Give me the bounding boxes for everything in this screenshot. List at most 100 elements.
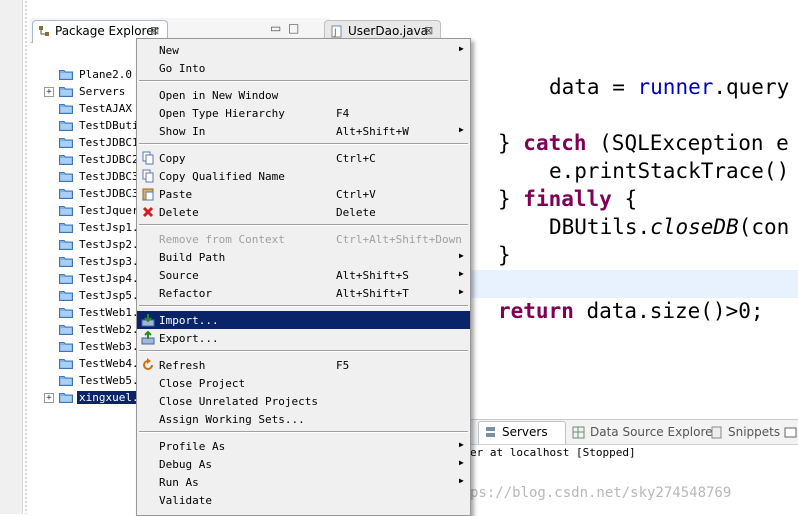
svg-text:J: J [333,28,337,38]
menu-item-refactor[interactable]: Refactor Alt+Shift+T ▶ [137,284,470,302]
server-entry[interactable]: er at localhost [Stopped] [470,446,636,459]
menu-item-label: Export... [159,332,219,345]
menu-item-run-as[interactable]: Run As ▶ [137,473,470,491]
menu-item-shortcut: F4 [336,107,350,120]
code-line: DBUtils.closeDB(con [549,215,789,239]
expand-icon[interactable]: + [44,393,54,403]
data-source-icon [572,426,585,439]
menu-item-remove-from-context: Remove from Context Ctrl+Alt+Shift+Down [137,230,470,248]
submenu-arrow-icon: ▶ [459,287,464,296]
menu-item-label: Refactor [159,287,212,300]
menu-separator [139,143,468,145]
menu-item-import[interactable]: Import... [137,311,470,329]
menu-separator [139,350,468,352]
menu-item-open-in-new-window[interactable]: Open in New Window [137,86,470,104]
menu-item-label: Paste [159,188,193,201]
menu-item-refresh[interactable]: Refresh F5 [137,356,470,374]
tree-item-label: TestWeb3. [79,340,139,353]
code-token: DBUtils. [549,215,651,239]
menu-item-go-into[interactable]: Go Into [137,59,470,77]
close-icon[interactable]: ⊠ [150,24,159,37]
menu-item-export[interactable]: Export... [137,329,470,347]
folder-icon [59,104,73,114]
menu-item-source[interactable]: Source Alt+Shift+S ▶ [137,266,470,284]
menu-item-validate[interactable]: Validate [137,491,470,509]
code-token: data = [549,75,638,99]
code-line: } catch (SQLException e [498,131,789,155]
tree-item-label: Servers [79,85,126,98]
package-explorer-icon [39,26,49,36]
context-menu: New ▶ Go Into Open in New Window Open Type H… [136,38,471,516]
tree-item-label: TestWeb1. [79,306,139,319]
menu-item-show-in[interactable]: Show In Alt+Shift+W ▶ [137,122,470,140]
menu-item-build-path[interactable]: Build Path ▶ [137,248,470,266]
code-keyword: catch [523,131,587,155]
code-keyword: return [498,299,574,323]
folder-icon [59,376,73,386]
tree-item-label: TestJDBC2 [79,153,139,166]
import-icon [141,314,155,327]
folder-icon [59,291,73,301]
export-icon [141,331,155,345]
menu-item-close-unrelated-projects[interactable]: Close Unrelated Projects [137,392,470,410]
maximize-icon[interactable]: □ [288,22,299,34]
menu-item-shortcut: Alt+Shift+W [336,125,409,138]
folder-icon [59,359,73,369]
menu-item-paste[interactable]: Paste Ctrl+V [137,185,470,203]
menu-item-label: Copy [159,152,186,165]
menu-item-label: Open Type Hierarchy [159,107,285,120]
package-explorer-tab-label: Package Explorer [55,24,159,38]
menu-item-copy-qualified-name[interactable]: Copy Qualified Name [137,167,470,185]
menu-item-label: Delete [159,206,199,219]
menu-item-label: Import... [159,314,219,327]
folder-icon [59,206,73,216]
menu-item-shortcut: F5 [336,359,350,372]
code-token: } [498,187,524,211]
editor-tab-label: UserDao.java [348,24,429,38]
console-icon[interactable] [784,426,797,439]
submenu-arrow-icon: ▶ [459,458,464,467]
snippets-icon [711,426,722,439]
code-line: data = runner.query [549,75,789,99]
menu-item-label: Open in New Window [159,89,279,102]
menu-item-open-type-hierarchy[interactable]: Open Type Hierarchy F4 [137,104,470,122]
code-token: data.size()>0; [573,299,764,323]
folder-icon [59,342,73,352]
menu-item-shortcut: Alt+Shift+T [336,287,409,300]
tree-item-label: TestJsp3. [79,255,139,268]
submenu-arrow-icon: ▶ [459,269,464,278]
menu-item-label: Debug As [159,458,212,471]
code-token: (con [738,215,790,239]
menu-item-debug-as[interactable]: Debug As ▶ [137,455,470,473]
minimize-icon[interactable]: ▭ [270,22,281,34]
sash-handle[interactable] [24,0,28,514]
folder-icon [59,138,73,148]
menu-item-label: Close Project [159,377,246,390]
tree-item-label: Plane2.0 [79,68,132,81]
menu-item-new[interactable]: New ▶ [137,41,470,59]
code-editor[interactable]: data = runner.query } catch (SQLExceptio… [470,44,798,414]
submenu-arrow-icon: ▶ [459,44,464,53]
close-icon[interactable]: ⊠ [424,24,433,37]
tree-item-label: TestJsp1. [79,221,139,234]
menu-item-shortcut: Delete [336,206,376,219]
code-token: } [498,131,524,155]
menu-item-close-project[interactable]: Close Project [137,374,470,392]
menu-item-label: Validate [159,494,212,507]
menu-item-profile-as[interactable]: Profile As ▶ [137,437,470,455]
menu-item-assign-working-sets[interactable]: Assign Working Sets... [137,410,470,428]
menu-item-label: Go Into [159,62,206,75]
tree-item-label: TestWeb4. [79,357,139,370]
menu-item-label: Source [159,269,199,282]
menu-item-label: Remove from Context [159,233,285,246]
servers-icon [486,427,495,437]
tab-data-source-explorer[interactable]: Data Source Explorer [590,425,717,439]
submenu-arrow-icon: ▶ [459,125,464,134]
menu-item-delete[interactable]: Delete Delete [137,203,470,221]
menu-separator [139,305,468,307]
expand-icon[interactable]: + [44,87,54,97]
menu-item-copy[interactable]: Copy Ctrl+C [137,149,470,167]
code-line: e.printStackTrace() [549,159,790,183]
folder-icon [59,257,73,267]
tab-snippets[interactable]: Snippets [728,425,780,439]
